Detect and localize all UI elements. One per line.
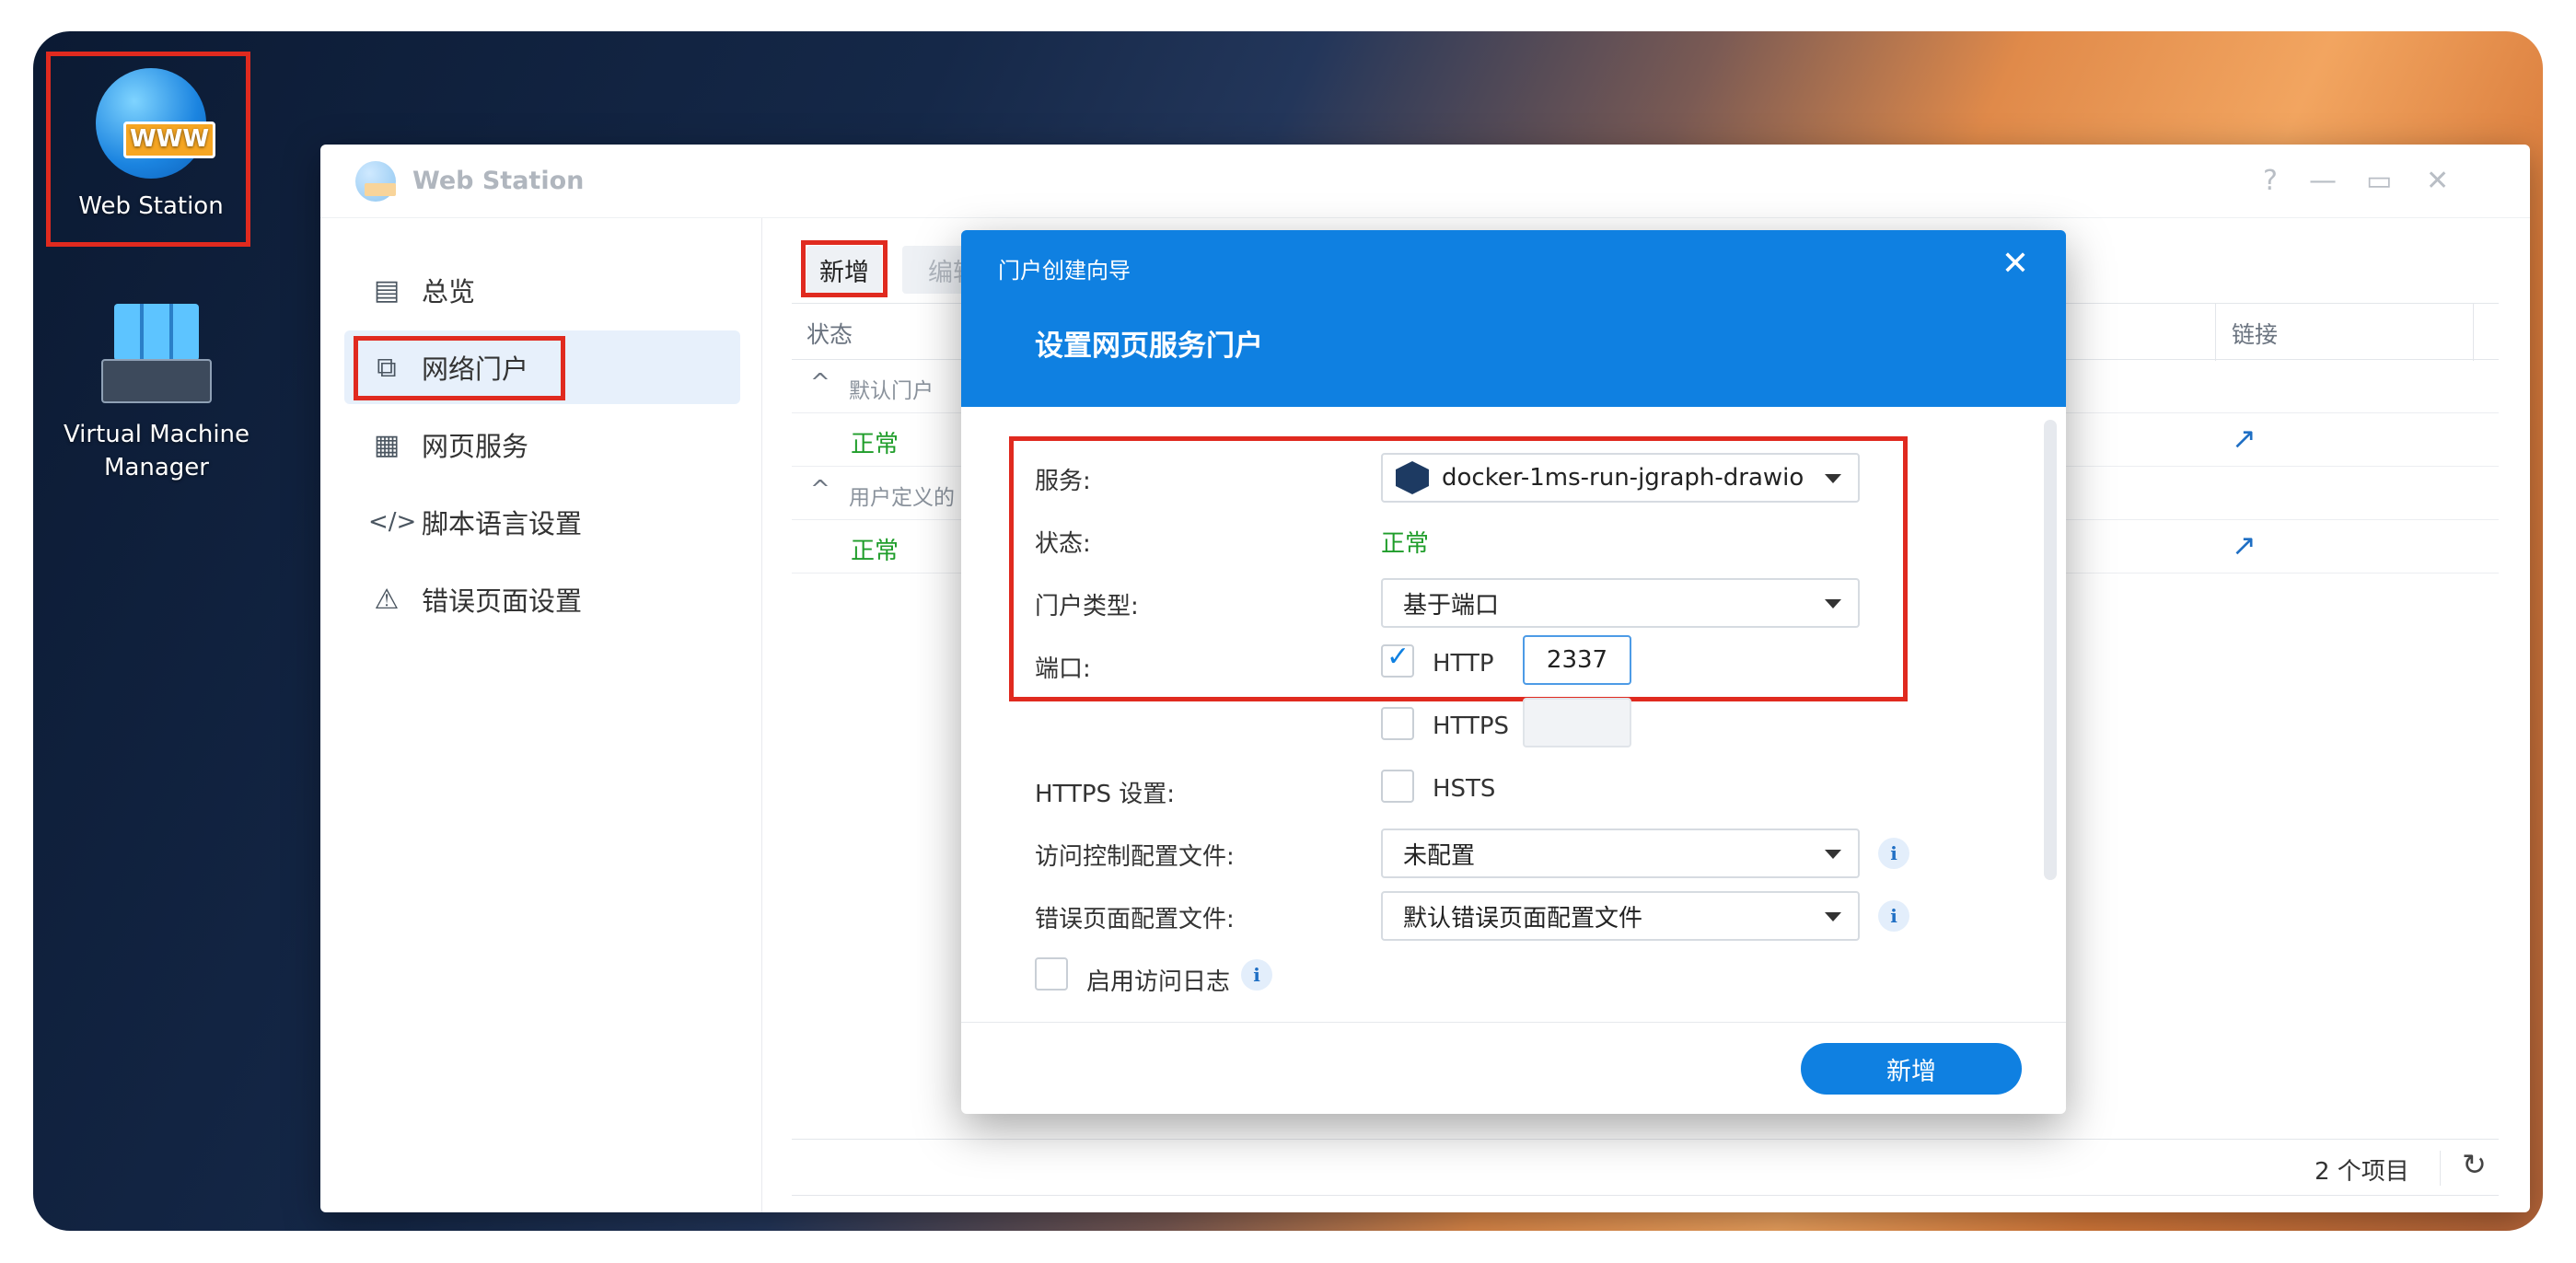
portal-wizard-dialog: 门户创建向导 ✕ 设置网页服务门户 服务: docker-1ms-run-jgr… <box>961 230 2066 1114</box>
status-label: 状态: <box>1035 530 1091 558</box>
overview-icon: ▤ <box>373 273 400 307</box>
http-port-input[interactable]: 2337 <box>1523 635 1631 685</box>
highlight-add-button <box>801 240 888 297</box>
submit-button-label: 新增 <box>1886 1057 1936 1086</box>
status-text: 正常 <box>851 538 899 565</box>
chevron-down-icon <box>1825 912 1841 921</box>
error-page-value: 默认错误页面配置文件 <box>1403 904 1643 933</box>
service-label: 服务: <box>1035 468 1091 495</box>
alert-icon: ⚠ <box>374 583 400 616</box>
http-checkbox[interactable]: ✓ <box>1381 641 1414 678</box>
dialog-footer: 新增 <box>961 1022 2066 1114</box>
service-select[interactable]: docker-1ms-run-jgraph-drawio <box>1381 453 1860 503</box>
status-text: 正常 <box>851 431 899 458</box>
submit-button[interactable]: 新增 <box>1801 1043 2022 1095</box>
portal-type-value: 基于端口 <box>1403 591 1500 620</box>
sidebar-item-overview[interactable]: ▤ 总览 <box>344 253 740 327</box>
access-log-checkbox[interactable] <box>1035 957 1068 991</box>
docker-icon <box>1396 461 1429 494</box>
chevron-down-icon <box>1825 474 1841 483</box>
grid-icon: ▦ <box>373 428 400 461</box>
access-control-label: 访问控制配置文件: <box>1035 843 1235 871</box>
status-value: 正常 <box>1381 530 1430 558</box>
vmm-label-line2: Manager <box>104 454 209 481</box>
sidebar-item-script-language[interactable]: </> 脚本语言设置 <box>344 485 740 559</box>
column-link[interactable]: 链接 <box>2232 317 2278 350</box>
close-icon[interactable]: ✕ <box>2002 245 2029 283</box>
https-settings-label: HTTPS 设置: <box>1035 781 1176 808</box>
access-control-select[interactable]: 未配置 <box>1381 828 1860 878</box>
close-icon[interactable]: ✕ <box>2426 165 2449 197</box>
sidebar-item-error-page[interactable]: ⚠ 错误页面设置 <box>344 562 740 636</box>
sidebar-item-web-service[interactable]: ▦ 网页服务 <box>344 408 740 481</box>
group-label: 用户定义的 <box>849 486 955 510</box>
chevron-up-icon: ^ <box>810 369 830 397</box>
https-label: HTTPS <box>1433 713 1510 740</box>
highlight-portal <box>354 336 565 400</box>
minimize-icon[interactable]: — <box>2309 165 2337 197</box>
info-icon[interactable]: i <box>1241 959 1272 991</box>
maximize-icon[interactable]: ▭ <box>2366 165 2392 197</box>
refresh-icon[interactable]: ↻ <box>2462 1147 2487 1182</box>
column-status[interactable]: 状态 <box>806 317 853 350</box>
virtual-machine-manager-desktop-icon[interactable]: Virtual Machine Manager <box>55 304 258 484</box>
portal-type-label: 门户类型: <box>1035 593 1139 620</box>
highlight-web-station <box>46 52 250 247</box>
chevron-down-icon <box>1825 850 1841 859</box>
dialog-scrollbar[interactable] <box>2044 420 2057 880</box>
dialog-subtitle: 设置网页服务门户 <box>1035 330 1263 363</box>
web-station-app-icon <box>355 160 396 202</box>
table-footer: 2 个项目 ↻ <box>792 1139 2499 1196</box>
server-icon <box>101 304 212 405</box>
https-port-input <box>1523 698 1631 747</box>
group-label: 默认门户 <box>849 379 934 403</box>
hsts-label: HSTS <box>1433 775 1496 803</box>
error-page-label: 错误页面配置文件: <box>1035 906 1235 933</box>
sidebar: ▤ 总览 ⧉ 网络门户 ▦ 网页服务 </> 脚本语言设置 ⚠ 错误页面设置 <box>320 218 762 1212</box>
help-icon[interactable]: ? <box>2263 165 2278 197</box>
dialog-body: 服务: docker-1ms-run-jgraph-drawio 状态: 正常 … <box>961 407 2066 1022</box>
service-value: docker-1ms-run-jgraph-drawio <box>1442 464 1804 492</box>
sidebar-item-label: 脚本语言设置 <box>422 508 583 539</box>
portal-type-select[interactable]: 基于端口 <box>1381 578 1860 628</box>
sidebar-item-label: 错误页面设置 <box>422 585 583 617</box>
hsts-checkbox[interactable] <box>1381 770 1414 803</box>
port-label: 端口: <box>1035 655 1091 683</box>
sidebar-item-label: 网页服务 <box>422 431 529 462</box>
code-icon: </> <box>368 508 417 536</box>
access-log-label: 启用访问日志 <box>1086 968 1231 996</box>
vmm-label-line1: Virtual Machine <box>63 421 250 448</box>
dialog-title: 门户创建向导 <box>998 258 1131 284</box>
http-label: HTTP <box>1433 650 1494 678</box>
chevron-down-icon <box>1825 599 1841 608</box>
external-link-icon[interactable]: ↗ <box>2232 527 2257 562</box>
check-icon: ✓ <box>1387 641 1410 673</box>
column-divider <box>2215 304 2216 361</box>
https-checkbox[interactable] <box>1381 707 1414 740</box>
dialog-header: 门户创建向导 ✕ 设置网页服务门户 <box>961 230 2066 407</box>
column-divider <box>2473 304 2474 361</box>
info-icon[interactable]: i <box>1878 900 1909 932</box>
desktop: WWW Web Station Virtual Machine Manager … <box>33 31 2543 1231</box>
sidebar-item-label: 总览 <box>422 276 476 307</box>
access-control-value: 未配置 <box>1403 841 1476 870</box>
window-title: Web Station <box>412 167 585 195</box>
chevron-up-icon: ^ <box>810 476 830 504</box>
footer-divider <box>2440 1151 2441 1186</box>
error-page-select[interactable]: 默认错误页面配置文件 <box>1381 891 1860 941</box>
window-titlebar[interactable]: Web Station ? — ▭ ✕ <box>320 145 2530 218</box>
info-icon[interactable]: i <box>1878 838 1909 869</box>
item-count: 2 个项目 <box>2315 1158 2409 1186</box>
external-link-icon[interactable]: ↗ <box>2232 421 2257 456</box>
